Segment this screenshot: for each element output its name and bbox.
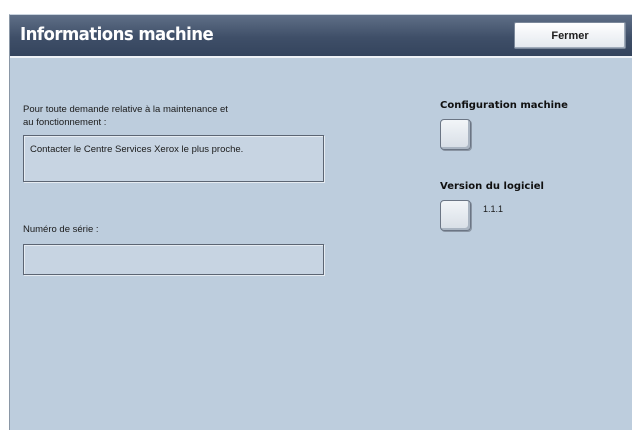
- support-label-line1: Pour toute demande relative à la mainten…: [23, 104, 228, 115]
- software-version-value: 1.1.1: [483, 204, 504, 214]
- title-bar: Informations machine Fermer: [10, 15, 632, 58]
- machine-config-button[interactable]: [440, 119, 471, 150]
- support-label-line2: au fonctionnement :: [23, 117, 107, 128]
- page-title: Informations machine: [20, 24, 214, 45]
- serial-number-field: [23, 244, 324, 275]
- software-version-button[interactable]: [440, 200, 471, 231]
- support-label: Pour toute demande relative à la mainten…: [23, 103, 228, 129]
- machine-info-panel: Informations machine Fermer Pour toute d…: [9, 14, 632, 430]
- software-version-label: Version du logiciel: [440, 181, 544, 192]
- serial-number-label: Numéro de série :: [23, 224, 99, 235]
- support-contact-field: Contacter le Centre Services Xerox le pl…: [23, 135, 324, 182]
- close-button[interactable]: Fermer: [514, 22, 626, 49]
- support-contact-value: Contacter le Centre Services Xerox le pl…: [30, 144, 244, 155]
- machine-config-label: Configuration machine: [440, 100, 568, 111]
